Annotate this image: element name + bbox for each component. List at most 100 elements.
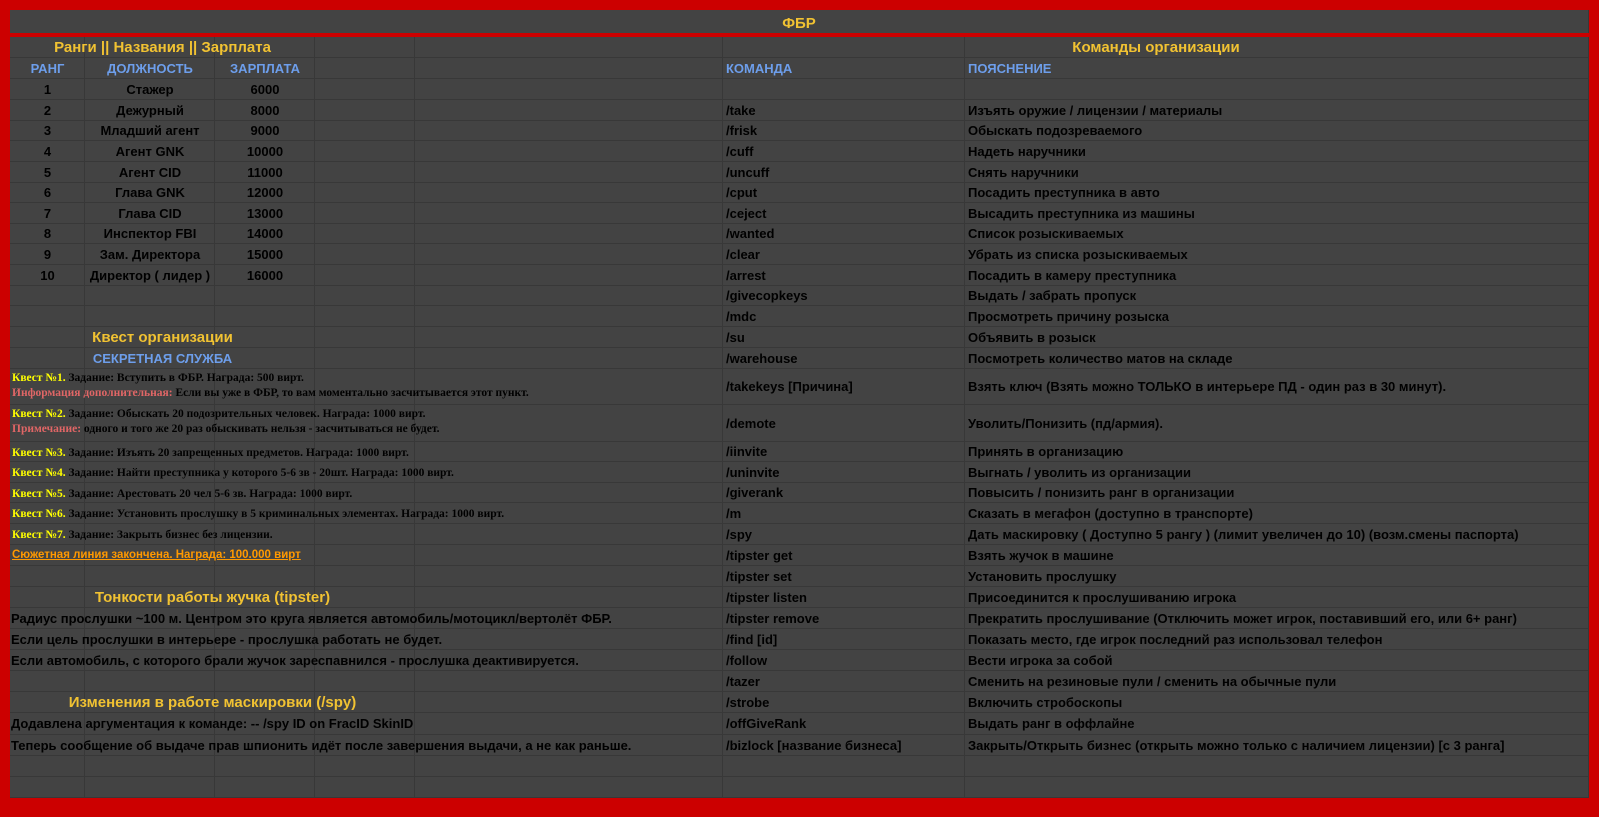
grid-cell[interactable]: [215, 566, 315, 587]
grid-cell[interactable]: [723, 306, 965, 327]
grid-cell[interactable]: [415, 462, 723, 483]
grid-cell[interactable]: [315, 327, 415, 348]
grid-cell[interactable]: [315, 265, 415, 286]
grid-cell[interactable]: [723, 524, 965, 545]
grid-cell[interactable]: [415, 483, 723, 503]
grid-cell[interactable]: [215, 306, 315, 327]
command-description: Посадить в камеру преступника: [968, 268, 1177, 283]
grid-cell[interactable]: [723, 327, 965, 348]
grid-cell[interactable]: [315, 756, 415, 777]
grid-cell[interactable]: [415, 306, 723, 327]
quest-text: Задание: Установить прослушку в 5 кримин…: [65, 508, 505, 520]
grid-cell[interactable]: [965, 58, 1589, 79]
grid-cell[interactable]: [10, 777, 85, 798]
grid-cell[interactable]: [415, 183, 723, 203]
grid-cell[interactable]: [415, 79, 723, 100]
grid-cell[interactable]: [415, 58, 723, 79]
grid-cell[interactable]: [315, 306, 415, 327]
grid-cell[interactable]: [215, 671, 315, 692]
grid-cell[interactable]: [723, 121, 965, 141]
grid-cell[interactable]: [315, 244, 415, 265]
grid-cell[interactable]: [723, 503, 965, 524]
command-description: Просмотреть причину розыска: [968, 309, 1169, 324]
grid-cell[interactable]: [215, 777, 315, 798]
grid-cell[interactable]: [415, 566, 723, 587]
grid-cell[interactable]: [415, 348, 723, 369]
grid-cell[interactable]: [415, 37, 723, 58]
grid-cell[interactable]: [315, 162, 415, 183]
rank-salary: 11000: [247, 165, 283, 180]
grid-cell[interactable]: [315, 545, 415, 566]
grid-cell[interactable]: [415, 141, 723, 162]
grid-cell[interactable]: [315, 566, 415, 587]
grid-cell[interactable]: [415, 327, 723, 348]
grid-cell[interactable]: [215, 286, 315, 306]
grid-cell[interactable]: [315, 286, 415, 306]
grid-cell[interactable]: [10, 671, 85, 692]
grid-cell[interactable]: [85, 286, 215, 306]
grid-cell[interactable]: [10, 566, 85, 587]
grid-cell[interactable]: [85, 306, 215, 327]
grid-cell[interactable]: [315, 671, 415, 692]
grid-cell[interactable]: [415, 121, 723, 141]
quest-note: Информация дополнительная: Если вы уже в…: [12, 386, 529, 401]
grid-cell[interactable]: [315, 79, 415, 100]
grid-cell[interactable]: [723, 777, 965, 798]
grid-cell[interactable]: [415, 162, 723, 183]
grid-cell[interactable]: [723, 141, 965, 162]
grid-cell[interactable]: [415, 756, 723, 777]
grid-cell[interactable]: [415, 224, 723, 244]
grid-cell[interactable]: [415, 442, 723, 462]
tipster-note: Если цель прослушки в интерьере - прослу…: [11, 632, 443, 647]
grid-cell[interactable]: [723, 79, 965, 100]
grid-cell[interactable]: [315, 224, 415, 244]
grid-cell[interactable]: [415, 777, 723, 798]
quest-line: Квест №5. Задание: Арестовать 20 чел 5-6…: [12, 487, 352, 502]
grid-cell[interactable]: [85, 566, 215, 587]
grid-cell[interactable]: [965, 756, 1589, 777]
grid-cell[interactable]: [723, 100, 965, 121]
grid-cell[interactable]: [415, 629, 723, 650]
grid-cell[interactable]: [85, 756, 215, 777]
grid-cell[interactable]: [85, 777, 215, 798]
grid-cell[interactable]: [415, 244, 723, 265]
grid-cell[interactable]: [415, 587, 723, 608]
grid-cell[interactable]: [415, 405, 723, 442]
quest-label: Квест №4.: [12, 467, 66, 479]
grid-cell[interactable]: [965, 79, 1589, 100]
grid-cell[interactable]: [965, 777, 1589, 798]
grid-cell[interactable]: [215, 756, 315, 777]
grid-cell[interactable]: [315, 348, 415, 369]
grid-cell[interactable]: [415, 671, 723, 692]
grid-cell[interactable]: [723, 756, 965, 777]
grid-cell[interactable]: [315, 203, 415, 224]
grid-cell[interactable]: [315, 524, 415, 545]
quest-subheader: СЕКРЕТНАЯ СЛУЖБА: [92, 351, 233, 366]
grid-cell[interactable]: [315, 183, 415, 203]
grid-cell[interactable]: [315, 141, 415, 162]
grid-cell[interactable]: [10, 756, 85, 777]
command-name: /tipster remove: [726, 611, 820, 626]
grid-cell[interactable]: [415, 713, 723, 735]
quest-note-text: Если вы уже в ФБР, то вам моментально за…: [172, 387, 529, 399]
grid-cell[interactable]: [415, 203, 723, 224]
col-position: ДОЛЖНОСТЬ: [107, 61, 193, 76]
grid-cell[interactable]: [10, 306, 85, 327]
grid-cell[interactable]: [415, 524, 723, 545]
grid-cell[interactable]: [415, 100, 723, 121]
grid-cell[interactable]: [315, 121, 415, 141]
story-end-link[interactable]: Сюжетная линия закончена. Награда: 100.0…: [12, 549, 301, 563]
grid-cell[interactable]: [723, 183, 965, 203]
grid-cell[interactable]: [315, 58, 415, 79]
grid-cell[interactable]: [415, 692, 723, 713]
grid-cell[interactable]: [315, 37, 415, 58]
grid-cell[interactable]: [415, 545, 723, 566]
grid-cell[interactable]: [85, 671, 215, 692]
quest-text: Задание: Вступить в ФБР. Награда: 500 ви…: [65, 372, 304, 384]
rank-number: 5: [43, 165, 52, 180]
grid-cell[interactable]: [10, 286, 85, 306]
grid-cell[interactable]: [315, 777, 415, 798]
grid-cell[interactable]: [415, 286, 723, 306]
grid-cell[interactable]: [315, 100, 415, 121]
grid-cell[interactable]: [415, 265, 723, 286]
